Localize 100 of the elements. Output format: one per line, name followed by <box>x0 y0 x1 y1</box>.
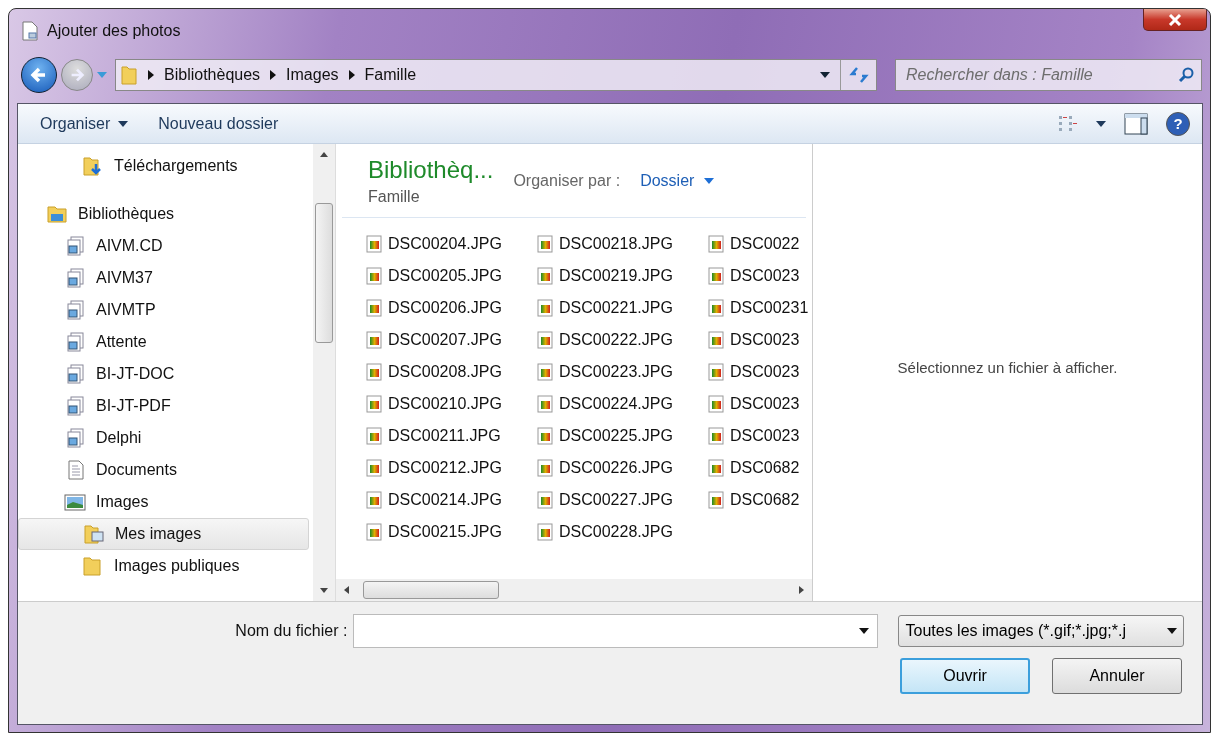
file-item[interactable]: DSC00218.JPG <box>537 228 708 260</box>
image-file-icon <box>708 363 724 381</box>
navigation-item[interactable]: AIVMTP <box>18 294 309 326</box>
file-name: DSC00231 <box>730 299 809 317</box>
help-button[interactable]: ? <box>1166 111 1190 136</box>
file-item[interactable]: DSC0682 <box>708 484 812 516</box>
navigation-item[interactable]: Delphi <box>18 422 309 454</box>
toolbar-button[interactable]: Organiser <box>40 114 141 133</box>
file-name: DSC0023 <box>730 363 800 381</box>
file-name: DSC0023 <box>730 395 800 413</box>
toolbar-button[interactable]: Nouveau dossier <box>158 114 291 133</box>
search-field[interactable]: Rechercher dans : Famille <box>895 59 1202 91</box>
horizontal-scrollbar[interactable] <box>336 579 812 601</box>
file-item[interactable]: DSC0023 <box>708 356 812 388</box>
window-title: Ajouter des photos <box>47 22 181 40</box>
file-item[interactable]: DSC00224.JPG <box>537 388 708 420</box>
back-button[interactable] <box>21 57 57 93</box>
file-item[interactable]: DSC0023 <box>708 324 812 356</box>
file-name: DSC00218.JPG <box>559 235 673 253</box>
dialog-button[interactable]: Annuler <box>1052 658 1182 694</box>
file-name: DSC00214.JPG <box>388 491 502 509</box>
file-item[interactable]: DSC00212.JPG <box>366 452 537 484</box>
navigation-item[interactable]: AIVM37 <box>18 262 309 294</box>
file-name: DSC00224.JPG <box>559 395 673 413</box>
filename-field[interactable] <box>353 614 879 648</box>
navigation-item[interactable]: Bibliothèques <box>18 198 309 230</box>
file-item[interactable]: DSC00215.JPG <box>366 516 537 548</box>
navigation-item[interactable]: Mes images <box>18 518 309 550</box>
image-file-icon <box>366 267 382 285</box>
file-item[interactable]: DSC0023 <box>708 420 812 452</box>
vertical-scrollbar[interactable] <box>313 144 335 601</box>
image-file-icon <box>366 427 382 445</box>
file-item[interactable]: DSC00222.JPG <box>537 324 708 356</box>
breadcrumb-item[interactable]: Bibliothèques <box>164 66 261 84</box>
image-file-icon <box>537 395 553 413</box>
file-name: DSC00208.JPG <box>388 363 502 381</box>
chevron-icon[interactable] <box>270 70 277 80</box>
file-name: DSC00212.JPG <box>388 459 502 477</box>
file-item[interactable]: DSC00204.JPG <box>366 228 537 260</box>
file-item[interactable]: DSC0022 <box>708 228 812 260</box>
navigation-item[interactable]: Images <box>18 486 309 518</box>
image-file-icon <box>537 363 553 381</box>
file-item[interactable]: DSC00207.JPG <box>366 324 537 356</box>
file-name: DSC00222.JPG <box>559 331 673 349</box>
file-item[interactable]: DSC00227.JPG <box>537 484 708 516</box>
chevron-icon[interactable] <box>348 70 355 80</box>
navigation-item[interactable]: Attente <box>18 326 309 358</box>
scroll-left-icon[interactable] <box>344 586 349 594</box>
preview-pane-icon[interactable] <box>1124 112 1148 135</box>
navigation-item[interactable]: Images publiques <box>18 550 309 582</box>
file-item[interactable]: DSC0682 <box>708 452 812 484</box>
file-item[interactable]: DSC00228.JPG <box>537 516 708 548</box>
file-name: DSC00228.JPG <box>559 523 673 541</box>
file-item[interactable]: DSC00206.JPG <box>366 292 537 324</box>
breadcrumb-item[interactable]: Images <box>286 66 339 84</box>
file-type-dropdown[interactable]: Toutes les images (*.gif;*.jpg;*.j <box>898 615 1184 647</box>
address-bar[interactable]: Bibliothèques Images Famille <box>115 59 877 91</box>
dialog-button[interactable]: Ouvrir <box>900 658 1030 694</box>
chevron-icon[interactable] <box>148 70 154 80</box>
file-item[interactable]: DSC00225.JPG <box>537 420 708 452</box>
file-item[interactable]: DSC0023 <box>708 260 812 292</box>
file-name: DSC00219.JPG <box>559 267 673 285</box>
navigation-item[interactable]: AIVM.CD <box>18 230 309 262</box>
view-caret-icon[interactable] <box>1096 120 1106 127</box>
file-item[interactable]: DSC00226.JPG <box>537 452 708 484</box>
file-item[interactable]: DSC00205.JPG <box>366 260 537 292</box>
breadcrumb-item[interactable]: Famille <box>364 66 417 84</box>
file-name: DSC0022 <box>730 235 800 253</box>
library-subtitle: Famille <box>368 187 421 206</box>
file-item[interactable]: DSC00219.JPG <box>537 260 708 292</box>
library-icon <box>64 332 86 352</box>
file-item[interactable]: DSC0023 <box>708 388 812 420</box>
image-file-icon <box>708 491 724 509</box>
file-item[interactable]: DSC00221.JPG <box>537 292 708 324</box>
document-icon <box>21 21 39 41</box>
search-icon <box>1178 67 1194 83</box>
file-item[interactable]: DSC00231 <box>708 292 812 324</box>
scroll-down-icon[interactable] <box>320 588 328 593</box>
view-options-icon[interactable] <box>1058 114 1078 133</box>
scroll-right-icon[interactable] <box>799 586 804 594</box>
navigation-item[interactable]: Documents <box>18 454 309 486</box>
file-name: DSC00225.JPG <box>559 427 673 445</box>
arrange-label: Organiser par : <box>513 171 621 190</box>
navigation-item[interactable]: Téléchargements <box>18 150 309 182</box>
file-item[interactable]: DSC00208.JPG <box>366 356 537 388</box>
file-item[interactable]: DSC00223.JPG <box>537 356 708 388</box>
dropdown-caret-icon[interactable] <box>859 628 870 634</box>
dropdown-caret-icon[interactable] <box>820 72 830 78</box>
image-file-icon <box>366 523 382 541</box>
file-item[interactable]: DSC00210.JPG <box>366 388 537 420</box>
file-item[interactable]: DSC00214.JPG <box>366 484 537 516</box>
close-button[interactable] <box>1143 9 1207 31</box>
navigation-item[interactable]: BI-JT-PDF <box>18 390 309 422</box>
scroll-up-icon[interactable] <box>320 152 328 157</box>
arrange-dropdown[interactable]: Dossier <box>640 171 715 190</box>
file-item[interactable]: DSC00211.JPG <box>366 420 537 452</box>
library-icon <box>64 396 86 416</box>
image-file-icon <box>537 427 553 445</box>
navigation-item[interactable]: BI-JT-DOC <box>18 358 309 390</box>
image-file-icon <box>537 491 553 509</box>
